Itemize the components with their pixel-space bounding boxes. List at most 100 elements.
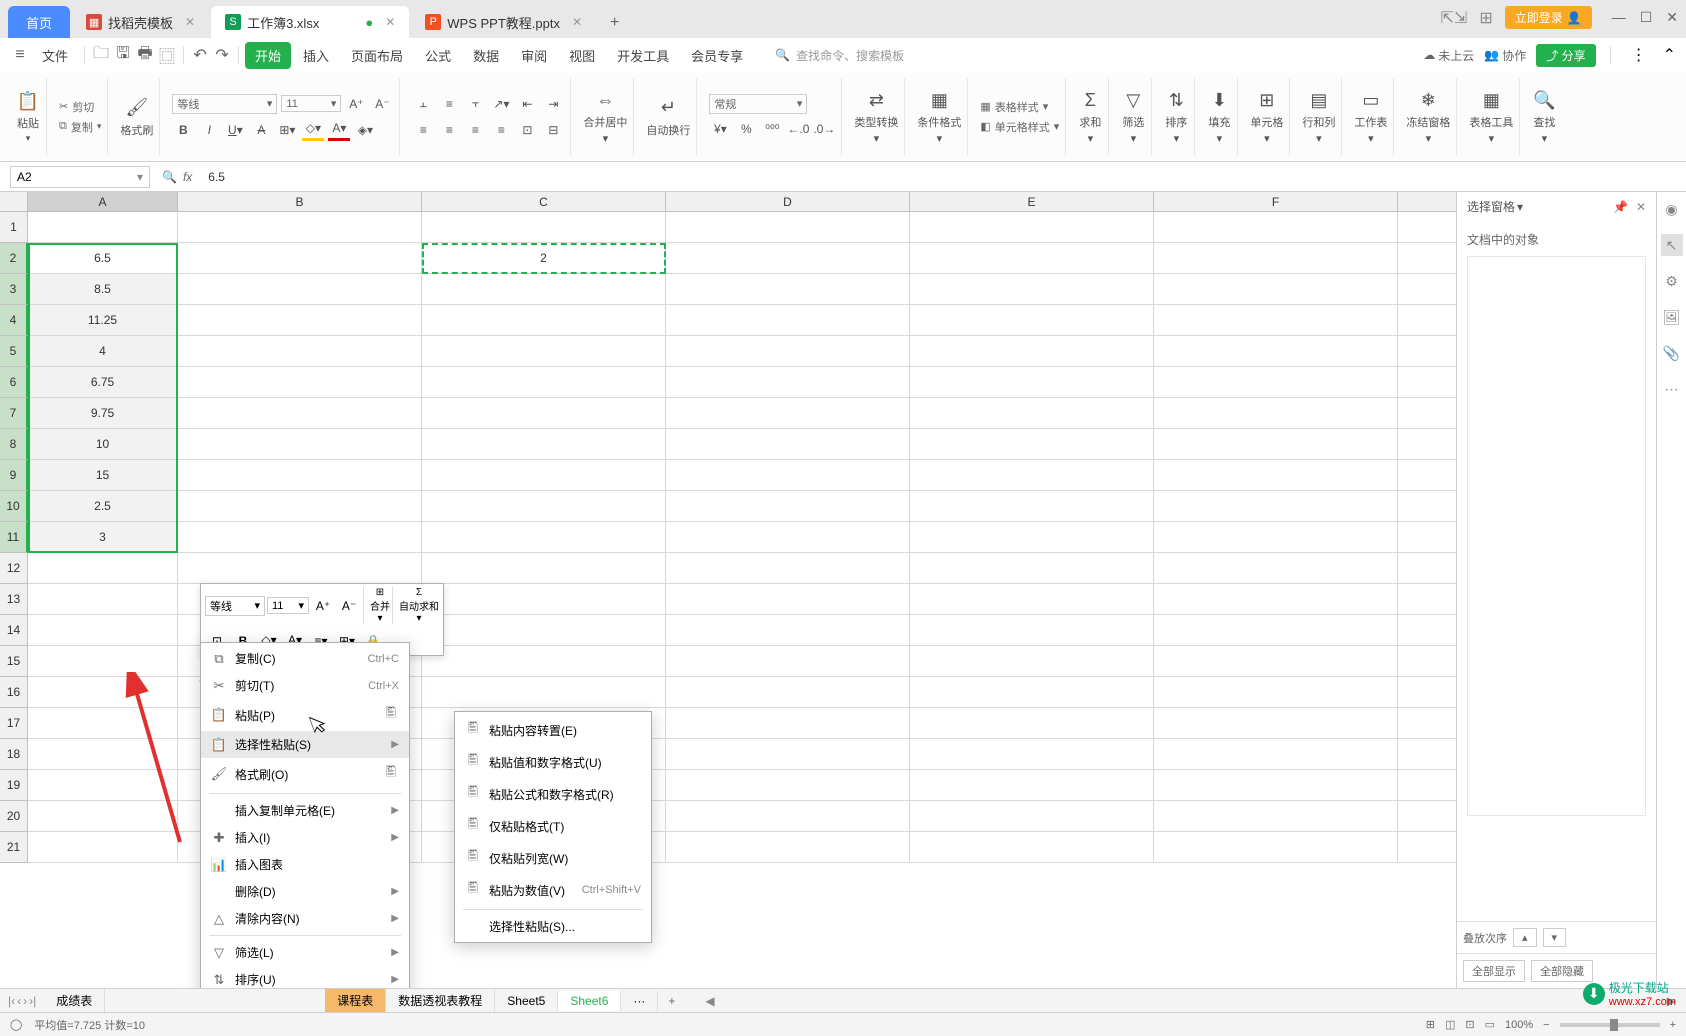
cell-C1[interactable] — [422, 212, 666, 243]
cell-D14[interactable] — [666, 615, 910, 646]
cell-D8[interactable] — [666, 429, 910, 460]
row-header-20[interactable]: 20 — [0, 801, 28, 832]
cell-G5[interactable] — [1398, 336, 1456, 367]
menu-icon[interactable]: ≡ — [10, 45, 30, 65]
cell-A8[interactable]: 10 — [28, 429, 178, 460]
formula-input[interactable]: 6.5 — [200, 168, 1686, 186]
cell-B2[interactable] — [178, 243, 422, 274]
cell-E15[interactable] — [910, 646, 1154, 677]
cell-A11[interactable]: 3 — [28, 522, 178, 553]
cell-A6[interactable]: 6.75 — [28, 367, 178, 398]
row-header-5[interactable]: 5 — [0, 336, 28, 367]
menu-formula[interactable]: 公式 — [415, 42, 461, 69]
row-header-9[interactable]: 9 — [0, 460, 28, 491]
cells-button[interactable]: ⊞单元格▾ — [1250, 88, 1283, 145]
cell-E20[interactable] — [910, 801, 1154, 832]
underline-button[interactable]: U▾ — [224, 119, 246, 141]
cell-C15[interactable] — [422, 646, 666, 677]
cell-G2[interactable] — [1398, 243, 1456, 274]
cell-E2[interactable] — [910, 243, 1154, 274]
cell-A3[interactable]: 8.5 — [28, 274, 178, 305]
cell-C8[interactable] — [422, 429, 666, 460]
justify-icon[interactable]: ≡ — [490, 119, 512, 141]
cell-G20[interactable] — [1398, 801, 1456, 832]
cell-C10[interactable] — [422, 491, 666, 522]
freeze-button[interactable]: ❄冻结窗格▾ — [1406, 88, 1450, 145]
cond-fmt-button[interactable]: ▦条件格式▾ — [917, 88, 961, 145]
cell-A5[interactable]: 4 — [28, 336, 178, 367]
move-up-button[interactable]: ▴ — [1513, 928, 1537, 947]
minimize-button[interactable]: — — [1612, 9, 1626, 26]
cell-D15[interactable] — [666, 646, 910, 677]
cell-D1[interactable] — [666, 212, 910, 243]
cell-B11[interactable] — [178, 522, 422, 553]
cell-A17[interactable] — [28, 708, 178, 739]
row-header-8[interactable]: 8 — [0, 429, 28, 460]
ctx-选择性粘贴(S)[interactable]: 📋选择性粘贴(S)▶ — [201, 731, 409, 758]
cloud-sync[interactable]: ☁ 未上云 — [1423, 47, 1474, 64]
cell-F9[interactable] — [1154, 460, 1398, 491]
cell-F19[interactable] — [1154, 770, 1398, 801]
view-normal-icon[interactable]: ◫ — [1445, 1018, 1455, 1031]
sub-粘贴公式和数字格式(R)[interactable]: 🖺粘贴公式和数字格式(R) — [455, 778, 651, 810]
tool-ai-icon[interactable]: ◉ — [1661, 198, 1683, 220]
cell-A13[interactable] — [28, 584, 178, 615]
move-down-button[interactable]: ▾ — [1543, 928, 1567, 947]
currency-icon[interactable]: ¥▾ — [709, 118, 731, 140]
cell-E18[interactable] — [910, 739, 1154, 770]
cell-F4[interactable] — [1154, 305, 1398, 336]
sheet-tab-4[interactable]: Sheet5 — [495, 991, 558, 1011]
menu-insert[interactable]: 插入 — [293, 42, 339, 69]
grid[interactable]: ABCDEFG 12345678910111213141516171819202… — [0, 192, 1456, 988]
cell-D18[interactable] — [666, 739, 910, 770]
close-icon[interactable]: ✕ — [185, 15, 195, 29]
cell-C16[interactable] — [422, 677, 666, 708]
cell-E13[interactable] — [910, 584, 1154, 615]
cell-E19[interactable] — [910, 770, 1154, 801]
row-header-6[interactable]: 6 — [0, 367, 28, 398]
cell-G19[interactable] — [1398, 770, 1456, 801]
cell-C5[interactable] — [422, 336, 666, 367]
cell-F7[interactable] — [1154, 398, 1398, 429]
cell-G13[interactable] — [1398, 584, 1456, 615]
cell-E3[interactable] — [910, 274, 1154, 305]
more-icon[interactable]: ⋮ — [1625, 45, 1653, 65]
indent-inc-icon[interactable]: ⇥ — [542, 93, 564, 115]
ctx-排序(U)[interactable]: ⇅排序(U)▶ — [201, 966, 409, 988]
hscroll-left-icon[interactable]: ◀ — [705, 994, 714, 1008]
cell-A21[interactable] — [28, 832, 178, 863]
copy-button[interactable]: ⧉ 复制▾ — [59, 119, 101, 135]
cell-E9[interactable] — [910, 460, 1154, 491]
sheet-tab-5[interactable]: Sheet6 — [558, 991, 621, 1011]
cell-B9[interactable] — [178, 460, 422, 491]
cell-D16[interactable] — [666, 677, 910, 708]
name-box[interactable]: A2▾ — [10, 166, 150, 188]
ctx-插入(I)[interactable]: ✚插入(I)▶ — [201, 824, 409, 851]
align-right-icon[interactable]: ≡ — [464, 119, 486, 141]
cell-G9[interactable] — [1398, 460, 1456, 491]
zoom-in-button[interactable]: + — [1670, 1019, 1676, 1031]
align-middle-icon[interactable]: ≡ — [438, 93, 460, 115]
cell-A18[interactable] — [28, 739, 178, 770]
cell-F18[interactable] — [1154, 739, 1398, 770]
menu-data[interactable]: 数据 — [463, 42, 509, 69]
cell-G8[interactable] — [1398, 429, 1456, 460]
cell-E12[interactable] — [910, 553, 1154, 584]
cell-C6[interactable] — [422, 367, 666, 398]
row-header-15[interactable]: 15 — [0, 646, 28, 677]
sub-粘贴内容转置(E)[interactable]: 🖺粘贴内容转置(E) — [455, 714, 651, 746]
cell-F21[interactable] — [1154, 832, 1398, 863]
cell-C13[interactable] — [422, 584, 666, 615]
cell-F6[interactable] — [1154, 367, 1398, 398]
cell-D2[interactable] — [666, 243, 910, 274]
cell-G21[interactable] — [1398, 832, 1456, 863]
caret-icon[interactable]: ⌃ — [1663, 45, 1676, 65]
font-size-combo[interactable]: 11▾ — [281, 95, 341, 112]
zoom-value[interactable]: 100% — [1505, 1019, 1533, 1031]
col-header-E[interactable]: E — [910, 192, 1154, 212]
cell-A9[interactable]: 15 — [28, 460, 178, 491]
cell-F16[interactable] — [1154, 677, 1398, 708]
ctx-删除(D)[interactable]: 删除(D)▶ — [201, 878, 409, 905]
cell-C2[interactable]: 2 — [422, 243, 666, 274]
ctx-插入图表[interactable]: 📊插入图表 — [201, 851, 409, 878]
